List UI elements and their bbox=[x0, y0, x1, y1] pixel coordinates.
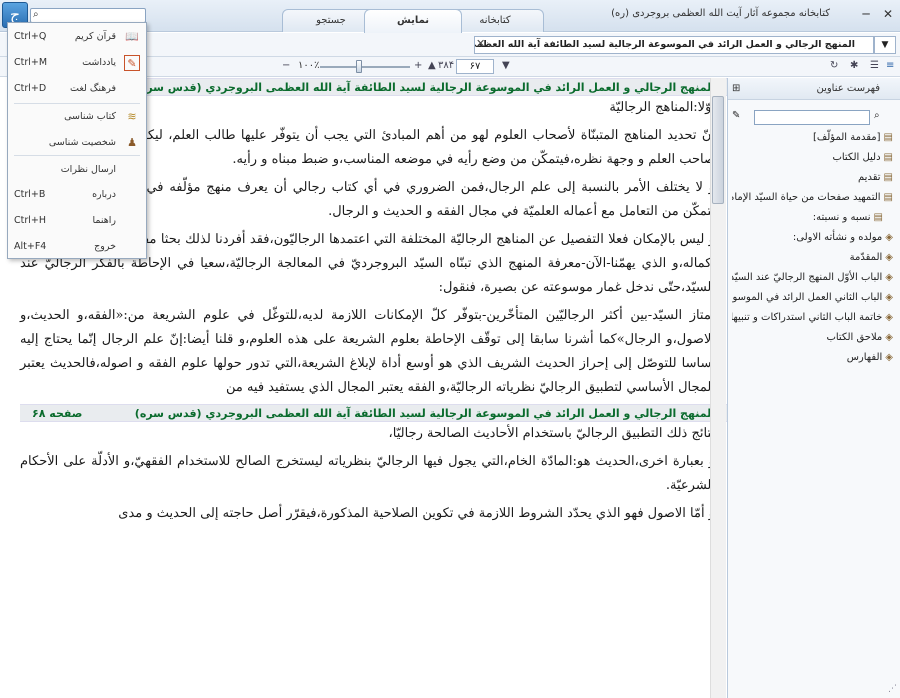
books-icon: ≋ bbox=[127, 110, 137, 123]
page-icon: ▤ bbox=[873, 212, 883, 223]
page-up-icon[interactable]: ▲ bbox=[428, 60, 436, 71]
book-open-icon: 📖 bbox=[125, 30, 139, 43]
menu-item-bibliography[interactable]: کتاب شناسی ≋ bbox=[8, 107, 146, 127]
page-header-title: المنهج الرجالي و العمل الرائد في الموسوع… bbox=[134, 407, 715, 420]
zoom-slider-thumb[interactable] bbox=[356, 60, 362, 73]
toc-item[interactable]: ▤تقديم bbox=[732, 168, 897, 188]
resize-grip-icon[interactable]: ⋰ bbox=[888, 684, 897, 694]
menu-icon[interactable]: ☰ bbox=[870, 60, 879, 71]
menu-item-help[interactable]: Ctrl+H راهنما bbox=[8, 211, 146, 231]
toc-list: ▤[مقدمة المؤلّف] ▤دليل الكتاب ▤تقديم ▤ال… bbox=[732, 128, 897, 368]
zoom-in-icon[interactable]: + bbox=[414, 60, 422, 71]
diamond-icon: ◈ bbox=[885, 272, 893, 283]
go-icon[interactable]: ↻ bbox=[830, 60, 838, 71]
diamond-icon: ◈ bbox=[885, 232, 893, 243]
window-title: کتابخانه مجموعه آثار آیت الله العظمی برو… bbox=[611, 8, 830, 19]
paragraph: يمتاز السيّد-بين أكثر الرجاليّين المتأخّ… bbox=[20, 308, 715, 395]
toggle-icon[interactable]: ⊞ bbox=[732, 78, 740, 99]
toc-item[interactable]: ▤نسبه و نسبته: bbox=[732, 208, 897, 228]
minimize-button[interactable]: ─ bbox=[856, 5, 876, 23]
page-label: صفحه ۶۸ bbox=[32, 407, 83, 420]
page-number-input[interactable]: ۶۷ bbox=[456, 59, 494, 74]
wrench-icon[interactable]: ✎ bbox=[732, 110, 740, 121]
toc-item[interactable]: ◈خاتمة الباب الثاني استدراكات و تنبيهات bbox=[732, 308, 897, 328]
page-down-icon[interactable]: ▼ bbox=[502, 60, 510, 71]
person-icon: ♟ bbox=[127, 136, 137, 149]
menu-item-dictionary[interactable]: Ctrl+D فرهنگ لغت bbox=[8, 79, 146, 99]
zoom-level: ۱۰۰٪ bbox=[298, 60, 320, 71]
toc-item[interactable]: ▤[مقدمة المؤلّف] bbox=[732, 128, 897, 148]
toc-item[interactable]: ◈الباب الأوّل المنهج الرجاليّ عند السيّد bbox=[732, 268, 897, 288]
list-view-icon[interactable]: ≡ bbox=[886, 60, 894, 71]
menu-item-feedback[interactable]: ارسال نظرات bbox=[8, 160, 146, 180]
menu-item-biography[interactable]: شخصیت شناسی ♟ bbox=[8, 133, 146, 153]
diamond-icon: ◈ bbox=[885, 292, 893, 303]
toc-item[interactable]: ◈الفهارس bbox=[732, 348, 897, 368]
search-icon[interactable]: ⌕ bbox=[874, 110, 880, 121]
toc-item[interactable]: ◈الباب الثاني العمل الرائد في الموسوعة bbox=[732, 288, 897, 308]
close-window-button[interactable]: ✕ bbox=[878, 5, 898, 23]
zoom-out-icon[interactable]: − bbox=[282, 60, 290, 71]
gear-icon[interactable]: ✱ bbox=[850, 60, 858, 71]
paragraph: و أمّا الاصول فهو الذي يحدّد الشروط اللا… bbox=[118, 506, 715, 521]
menu-separator bbox=[14, 155, 140, 156]
diamond-icon: ◈ bbox=[885, 332, 893, 343]
toc-header: ⊞ فهرست عناوین bbox=[728, 78, 900, 100]
toc-item[interactable]: ◈المقدّمة bbox=[732, 248, 897, 268]
note-icon: ✎ bbox=[124, 55, 140, 71]
menu-separator bbox=[14, 103, 140, 104]
menu-item-notes[interactable]: Ctrl+M یادداشت ✎ bbox=[8, 53, 146, 73]
global-search-input[interactable]: ⌕ bbox=[30, 8, 146, 23]
page-icon: ▤ bbox=[883, 152, 893, 163]
diamond-icon: ◈ bbox=[885, 352, 893, 363]
page-total: ۳۸۴ bbox=[438, 60, 455, 71]
toc-item[interactable]: ▤التمهيد صفحات من حياة السيّد الإمام bbox=[732, 188, 897, 208]
toc-item[interactable]: ▤دليل الكتاب bbox=[732, 148, 897, 168]
chevron-down-icon[interactable]: ▼ bbox=[874, 36, 896, 54]
menu-item-about[interactable]: Ctrl+B درباره bbox=[8, 185, 146, 205]
close-document-icon[interactable]: ✕ bbox=[476, 37, 485, 50]
menu-item-exit[interactable]: Alt+F4 خروج bbox=[8, 237, 146, 257]
paragraph: و بعبارة اخرى،الحديث هو:المادّة الخام،ال… bbox=[20, 454, 715, 493]
page-icon: ▤ bbox=[883, 172, 893, 183]
search-icon: ⌕ bbox=[33, 9, 39, 20]
menu-item-quran[interactable]: Ctrl+Q قرآن کریم 📖 bbox=[8, 27, 146, 47]
app-menu: Ctrl+Q قرآن کریم 📖 Ctrl+M یادداشت ✎ Ctrl… bbox=[7, 22, 147, 259]
page-icon: ▤ bbox=[883, 132, 893, 143]
toc-item[interactable]: ◈ملاحق الكتاب bbox=[732, 328, 897, 348]
paragraph: نتائج ذلك التطبيق الرجاليّ باستخدام الأح… bbox=[388, 426, 715, 441]
toc-item[interactable]: ◈مولده و نشأته الاولى: bbox=[732, 228, 897, 248]
diamond-icon: ◈ bbox=[885, 252, 893, 263]
zoom-slider[interactable] bbox=[320, 66, 410, 68]
toc-search-input[interactable] bbox=[754, 110, 870, 125]
scrollbar-thumb[interactable] bbox=[712, 96, 724, 204]
toc-sidebar: ⊞ فهرست عناوین ✎ ⌕ ▤[مقدمة المؤلّف] ▤دلي… bbox=[727, 78, 900, 698]
diamond-icon: ◈ bbox=[885, 312, 893, 323]
tab-view[interactable]: نمایش bbox=[364, 9, 462, 33]
toc-title: فهرست عناوین bbox=[816, 83, 880, 94]
page-header: المنهج الرجالي و العمل الرائد في الموسوع… bbox=[20, 404, 727, 422]
page-icon: ▤ bbox=[883, 192, 893, 203]
document-tab[interactable]: المنهج الرجالي و العمل الرائد في الموسوع… bbox=[474, 36, 874, 54]
